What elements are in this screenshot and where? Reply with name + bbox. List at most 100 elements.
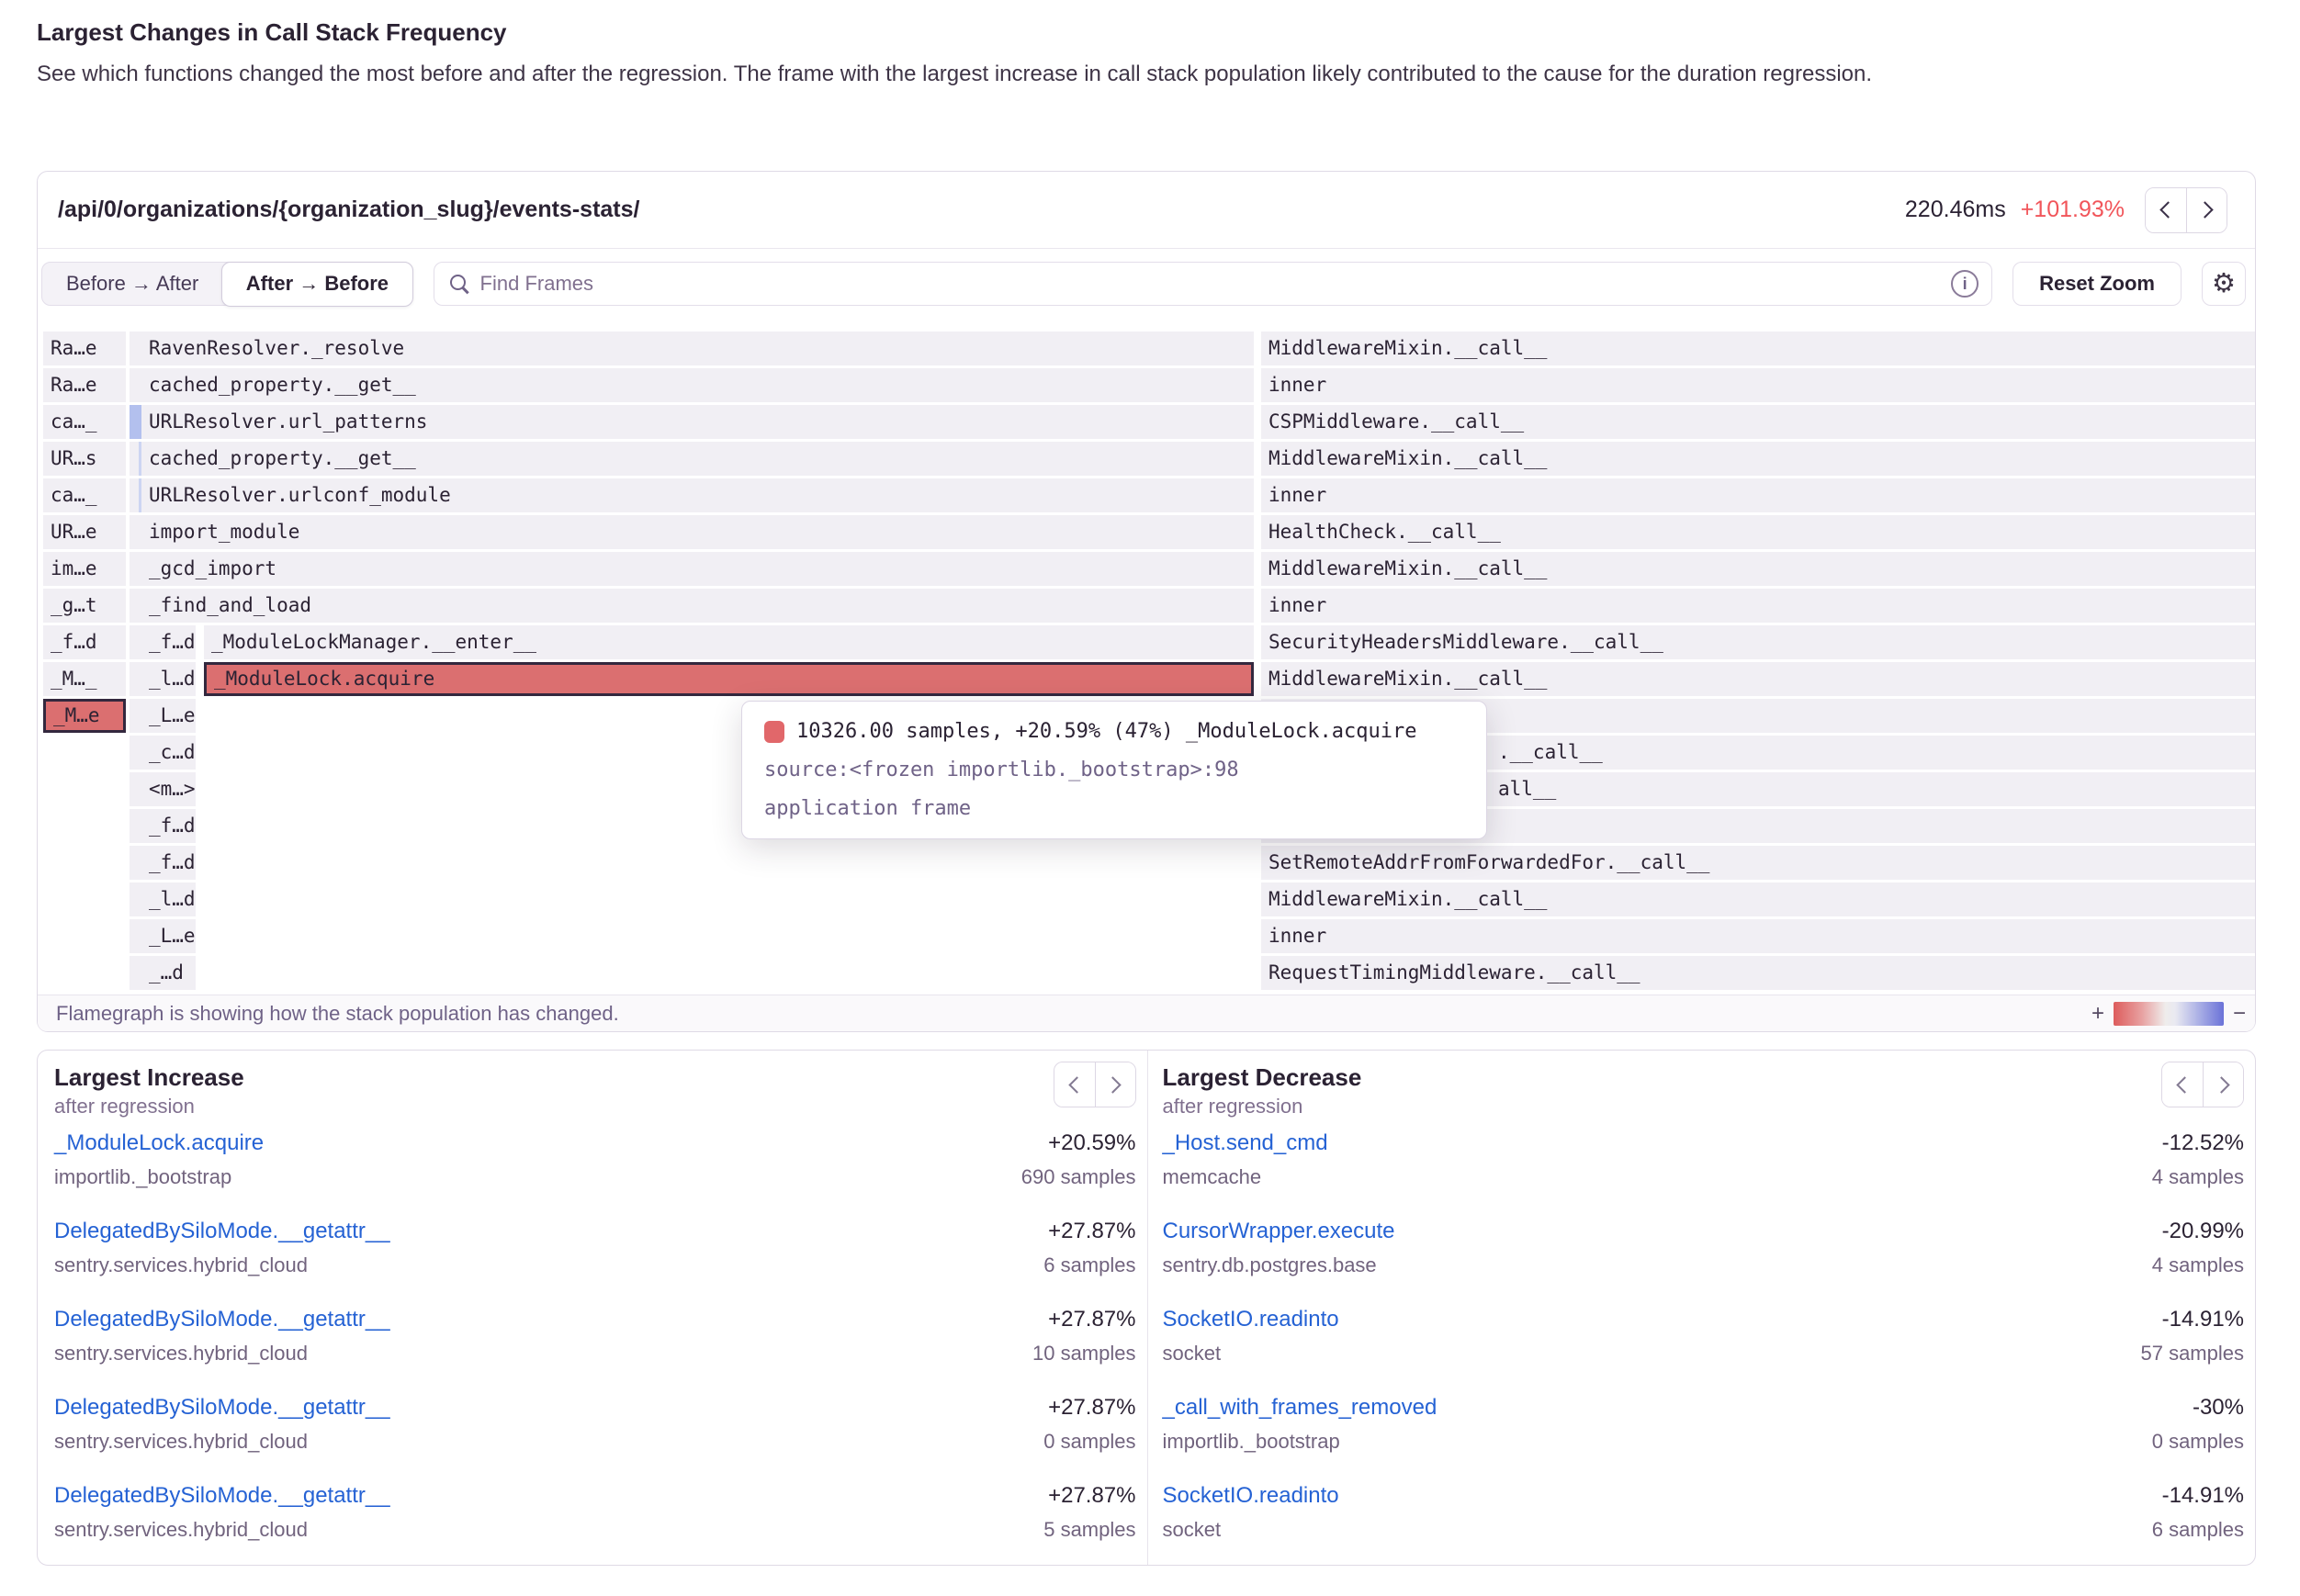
function-link[interactable]: SocketIO.readinto	[1163, 1306, 1339, 1333]
flamegraph-toolbar: Before → After After → Before i Reset Zo…	[38, 249, 2255, 332]
flame-frame[interactable]: cached_property.__get__	[141, 368, 1254, 402]
module-name: sentry.db.postgres.base	[1163, 1253, 1395, 1278]
flame-frame[interactable]: _M…e	[43, 699, 126, 733]
flame-frame[interactable]: UR…s	[43, 442, 126, 476]
chevron-left-icon	[1068, 1076, 1085, 1093]
flame-frame[interactable]: _f…d	[141, 846, 196, 880]
flame-frame[interactable]: inner	[1261, 919, 2255, 953]
chevron-right-icon	[2196, 201, 2213, 218]
decrease-prev-button[interactable]	[2162, 1062, 2203, 1107]
flame-frame[interactable]: ca…_	[43, 405, 126, 439]
flame-frame[interactable]: URLResolver.urlconf_module	[141, 478, 1254, 512]
flame-frame[interactable]: HealthCheck.__call__	[1261, 515, 2255, 549]
flame-frame[interactable]: _g…t	[43, 589, 126, 623]
flame-frame[interactable]: ca…_	[43, 478, 126, 512]
flame-frame[interactable]: MiddlewareMixin.__call__	[1261, 332, 2255, 365]
change-info: -12.52% 4 samples	[2152, 1130, 2244, 1190]
duration-value: 220.46ms	[1905, 197, 2006, 223]
section-title: Largest Decrease	[1163, 1062, 2245, 1093]
flame-frame[interactable]: im…e	[43, 552, 126, 586]
flame-frame[interactable]: _f…d	[43, 625, 126, 659]
function-info: SocketIO.readinto socket	[1163, 1482, 1339, 1543]
flame-frame[interactable]: _ModuleLockManager.__enter__	[204, 625, 1254, 659]
tooltip-headline-row: 10326.00 samples, +20.59% (47%) _ModuleL…	[764, 720, 1464, 743]
function-link[interactable]: _Host.send_cmd	[1163, 1130, 1328, 1157]
endpoint-pagination	[2145, 187, 2227, 233]
increase-next-button[interactable]	[1095, 1062, 1135, 1107]
flame-frame[interactable]: inner	[1261, 589, 2255, 623]
chevron-right-icon	[1104, 1076, 1121, 1093]
flame-frame[interactable]: _L…e	[141, 919, 196, 953]
flame-frame[interactable]: CSPMiddleware.__call__	[1261, 405, 2255, 439]
function-link[interactable]: CursorWrapper.execute	[1163, 1218, 1395, 1245]
flame-frame[interactable]: UR…e	[43, 515, 126, 549]
flamegraph-panel: /api/0/organizations/{organization_slug}…	[37, 171, 2256, 1032]
section-title: Largest Increase	[54, 1062, 1136, 1093]
flame-frame[interactable]: MiddlewareMixin.__call__	[1261, 552, 2255, 586]
increase-prev-button[interactable]	[1054, 1062, 1095, 1107]
flame-frame[interactable]: inner	[1261, 368, 2255, 402]
function-change-row: DelegatedBySiloMode.__getattr__ sentry.s…	[54, 1482, 1136, 1543]
find-frames-search[interactable]: i	[434, 262, 1993, 306]
flame-frame[interactable]: _f…d	[141, 809, 196, 843]
next-endpoint-button[interactable]	[2186, 188, 2227, 232]
reset-zoom-button[interactable]: Reset Zoom	[2012, 262, 2182, 306]
change-percent: -14.91%	[2152, 1482, 2244, 1510]
legend-plus: +	[2091, 1001, 2104, 1027]
flame-frame[interactable]: SetRemoteAddrFromForwardedFor.__call__	[1261, 846, 2255, 880]
largest-increase-section: Largest Increase after regression _Modul…	[38, 1051, 1147, 1565]
toggle-after-before[interactable]: After → Before	[221, 262, 413, 307]
flame-frame[interactable]: _l…d	[141, 882, 196, 916]
page-description: See which functions changed the most bef…	[37, 55, 2214, 93]
flame-frame[interactable]: MiddlewareMixin.__call__	[1261, 662, 2255, 696]
function-info: DelegatedBySiloMode.__getattr__ sentry.s…	[54, 1394, 390, 1455]
flamegraph-status-bar: Flamegraph is showing how the stack popu…	[38, 995, 2255, 1031]
flame-frame[interactable]: Ra…e	[43, 368, 126, 402]
flame-frame[interactable]: _c…d	[141, 736, 196, 770]
toggle-before-after[interactable]: Before → After	[42, 263, 222, 305]
function-link[interactable]: SocketIO.readinto	[1163, 1482, 1339, 1510]
function-link[interactable]: _ModuleLock.acquire	[54, 1130, 264, 1157]
flame-frame[interactable]: _find_and_load	[141, 589, 1254, 623]
flame-frame[interactable]: SecurityHeadersMiddleware.__call__	[1261, 625, 2255, 659]
flame-frame[interactable]: RequestTimingMiddleware.__call__	[1261, 956, 2255, 990]
flame-frame[interactable]: _f…d	[141, 625, 196, 659]
flame-frame[interactable]: MiddlewareMixin.__call__	[1261, 882, 2255, 916]
frame-color-swatch	[764, 721, 784, 743]
sample-count: 4 samples	[2152, 1253, 2244, 1278]
flame-frame[interactable]: MiddlewareMixin.__call__	[1261, 442, 2255, 476]
function-link[interactable]: _call_with_frames_removed	[1163, 1394, 1438, 1422]
flame-frame[interactable]: URLResolver.url_patterns	[141, 405, 1254, 439]
frame-tooltip: 10326.00 samples, +20.59% (47%) _ModuleL…	[741, 701, 1487, 839]
function-link[interactable]: DelegatedBySiloMode.__getattr__	[54, 1394, 390, 1422]
prev-endpoint-button[interactable]	[2146, 188, 2186, 232]
flame-frame[interactable]: _gcd_import	[141, 552, 1254, 586]
flame-frame[interactable]: _M…_	[43, 662, 126, 696]
info-icon[interactable]: i	[1951, 270, 1979, 298]
function-link[interactable]: DelegatedBySiloMode.__getattr__	[54, 1482, 390, 1510]
flame-frame[interactable]: <m…>	[141, 772, 196, 806]
decrease-next-button[interactable]	[2203, 1062, 2243, 1107]
change-info: -30% 0 samples	[2152, 1394, 2244, 1455]
flame-frame[interactable]: import_module	[141, 515, 1254, 549]
increase-pagination	[1054, 1062, 1136, 1107]
flame-frame[interactable]: _l…d	[141, 662, 196, 696]
settings-button[interactable]: ⚙	[2202, 262, 2246, 306]
sample-count: 0 samples	[2152, 1429, 2244, 1455]
flame-frame[interactable]: _…d	[141, 956, 196, 990]
flame-frame[interactable]: Ra…e	[43, 332, 126, 365]
sample-count: 6 samples	[2152, 1517, 2244, 1543]
function-link[interactable]: DelegatedBySiloMode.__getattr__	[54, 1218, 390, 1245]
function-link[interactable]: DelegatedBySiloMode.__getattr__	[54, 1306, 390, 1333]
flame-frame[interactable]: _L…e	[141, 699, 196, 733]
change-info: +27.87% 10 samples	[1032, 1306, 1136, 1366]
change-info: -14.91% 6 samples	[2152, 1482, 2244, 1543]
change-info: +27.87% 0 samples	[1043, 1394, 1135, 1455]
flame-frame[interactable]: _ModuleLock.acquire	[204, 662, 1254, 696]
search-input[interactable]	[480, 272, 1941, 296]
module-name: socket	[1163, 1341, 1339, 1366]
flame-frame[interactable]: cached_property.__get__	[141, 442, 1254, 476]
flame-frame[interactable]: RavenResolver._resolve	[141, 332, 1254, 365]
flame-frame[interactable]: inner	[1261, 478, 2255, 512]
page: Largest Changes in Call Stack Frequency …	[0, 0, 2300, 1596]
